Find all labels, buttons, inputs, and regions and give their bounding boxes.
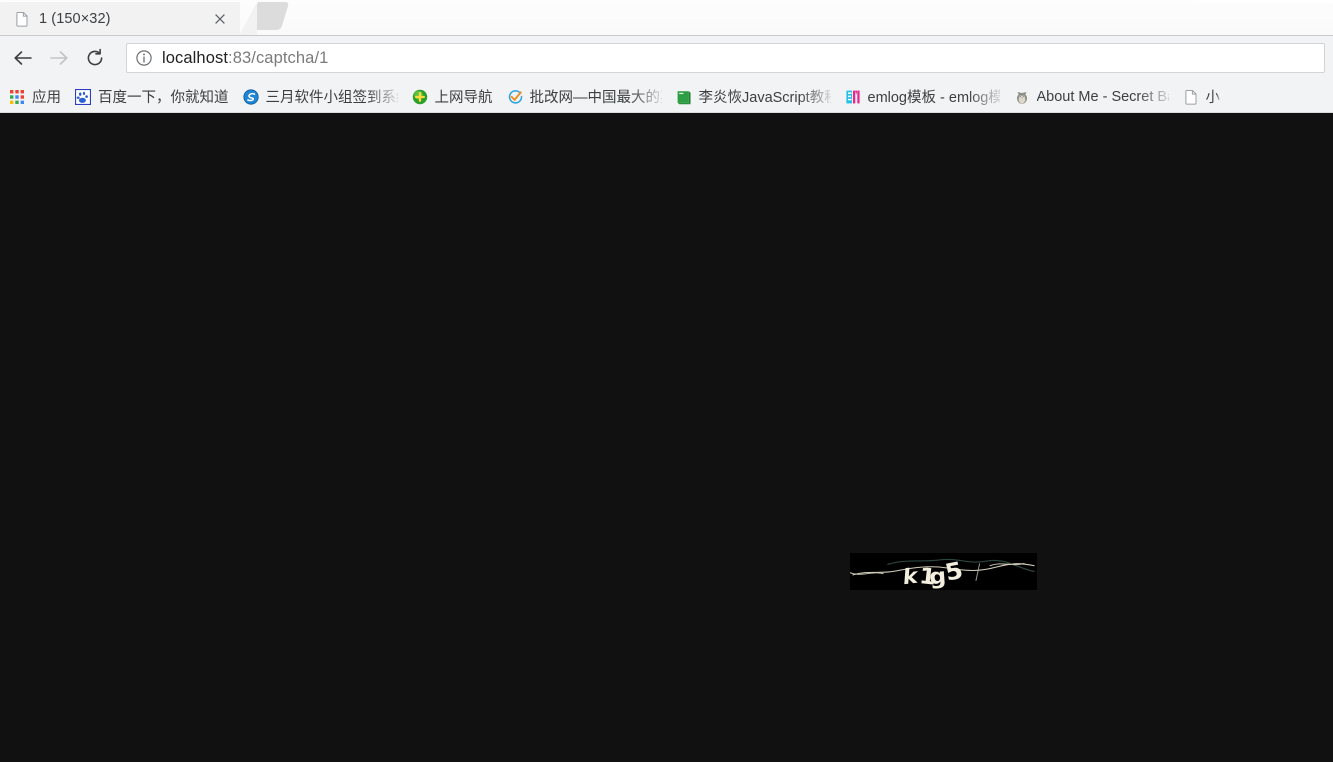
url-host: localhost	[162, 49, 228, 67]
captcha-image[interactable]: k 1 g 5	[850, 553, 1037, 590]
page-icon	[14, 11, 30, 27]
window-controls-area	[1193, 0, 1333, 3]
bookmark-label: emlog模板 - emlog模	[868, 86, 1000, 107]
bookmark-label: 百度一下，你就知道	[98, 86, 229, 107]
bookmark-label: 应用	[32, 86, 61, 107]
bookmark-item-liyanhui[interactable]: 李炎恢JavaScript教程	[669, 84, 838, 110]
bookmark-label: 批改网—中国最大的英	[530, 86, 662, 107]
captcha-image-container: k 1 g 5	[850, 553, 1037, 590]
browser-window: 1 (150×32)	[0, 0, 1333, 762]
tab-strip: 1 (150×32)	[0, 0, 1333, 36]
bookmark-label: 李炎恢JavaScript教程	[699, 86, 831, 107]
bookmark-label: 小	[1206, 86, 1221, 107]
reload-button[interactable]	[80, 43, 110, 73]
browser-tab-active[interactable]: 1 (150×32)	[0, 2, 240, 36]
apps-grid-icon	[9, 89, 25, 105]
baidu-paw-icon	[75, 89, 91, 105]
browser-toolbar: localhost:83/captcha/1	[0, 36, 1333, 80]
bookmark-item-navigation[interactable]: 上网导航	[405, 84, 500, 110]
bookmark-item-pigai[interactable]: 批改网—中国最大的英	[500, 84, 669, 110]
bookmarks-bar: 应用 百度一下，你就知道	[0, 80, 1333, 113]
address-bar[interactable]: localhost:83/captcha/1	[126, 43, 1325, 73]
green-plus-icon	[412, 89, 428, 105]
orange-check-icon	[507, 89, 523, 105]
bookmark-item-emlog[interactable]: emlog模板 - emlog模	[838, 84, 1007, 110]
bookmark-item-baidu[interactable]: 百度一下，你就知道	[68, 84, 236, 110]
page-icon	[1183, 89, 1199, 105]
back-button[interactable]	[8, 43, 38, 73]
bookmark-label: 三月软件小组签到系统	[266, 86, 398, 107]
green-book-icon	[676, 89, 692, 105]
bookmark-label: About Me - Secret Base	[1037, 89, 1169, 105]
close-icon[interactable]	[210, 9, 230, 29]
emlog-icon	[845, 89, 861, 105]
address-bar-text: localhost:83/captcha/1	[162, 49, 328, 68]
bookmark-item-sanyue[interactable]: 三月软件小组签到系统	[236, 84, 405, 110]
blue-swirl-icon	[243, 89, 259, 105]
bookmark-item-overflow[interactable]: 小	[1176, 84, 1228, 110]
site-info-icon[interactable]	[135, 49, 153, 67]
forward-button	[44, 43, 74, 73]
bookmark-apps[interactable]: 应用	[2, 84, 68, 110]
tab-title: 1 (150×32)	[39, 11, 210, 27]
page-viewport: k 1 g 5	[0, 113, 1333, 762]
captcha-canvas: k 1 g 5	[850, 553, 1037, 590]
totoro-icon	[1014, 89, 1030, 105]
tab-strip-divider	[0, 35, 1333, 36]
bookmark-label: 上网导航	[435, 86, 493, 107]
url-path: :83/captcha/1	[228, 49, 328, 67]
bookmark-item-about-me[interactable]: About Me - Secret Base	[1007, 84, 1176, 110]
